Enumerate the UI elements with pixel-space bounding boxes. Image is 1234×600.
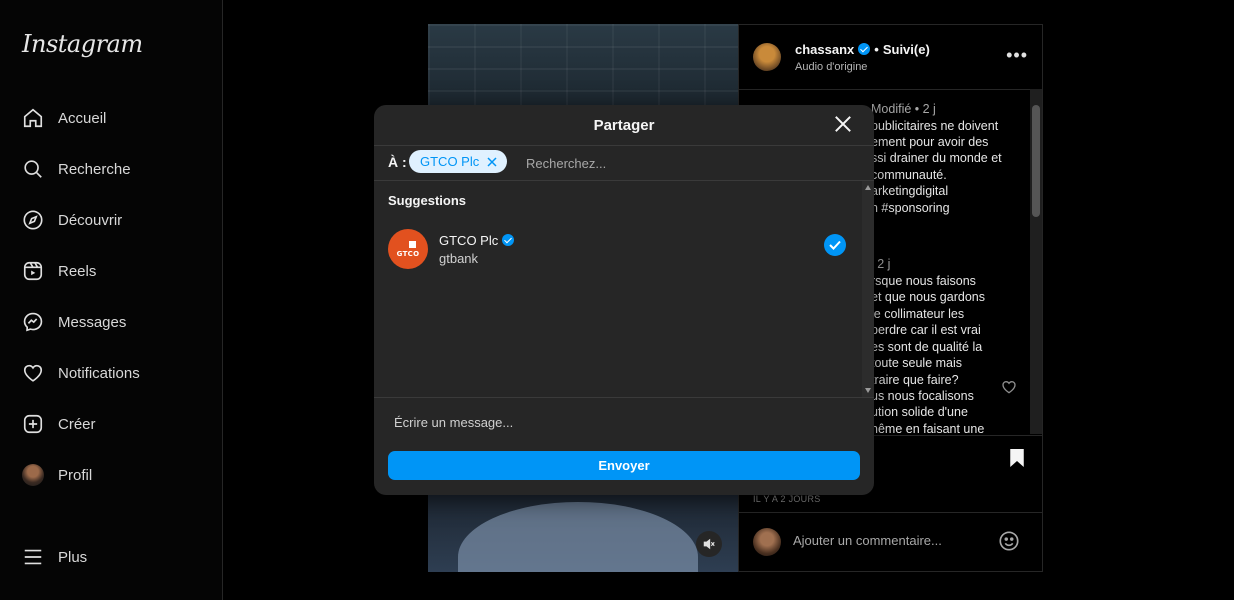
author-line: chassanx • Suivi(e) [795,42,930,57]
search-icon [22,158,44,180]
profile-avatar-icon [22,464,44,486]
reels-icon [22,260,44,282]
mute-button[interactable] [696,531,722,557]
comment-meta: Modifié • 2 j [871,102,936,116]
send-button[interactable]: Envoyer [388,451,860,480]
speaker-muted-icon [703,538,715,550]
list-item[interactable]: GTCO GTCO Plc gtbank [374,223,862,279]
author-avatar[interactable] [753,43,781,71]
recipients-row: À : GTCO Plc [374,145,874,181]
emoji-icon[interactable] [998,530,1020,552]
messenger-icon [22,311,44,333]
avatar [753,528,781,556]
suggestions-scrollbar[interactable] [862,181,874,397]
logo-square [408,240,416,248]
sidebar-item-label: Profil [58,466,93,484]
sidebar-item-plus[interactable]: Plus [22,543,202,571]
share-dialog: Partager À : GTCO Plc Suggestions GTCO G… [374,105,874,495]
sidebar: Instagram Accueil Recherche Découvrir Re… [0,0,223,600]
close-icon[interactable] [834,115,852,133]
comment-text: et que nous gardons [871,290,985,304]
suggestion-name: GTCO Plc [439,233,499,248]
menu-icon [22,546,44,568]
comment-like-icon[interactable] [1001,379,1017,395]
verified-badge-icon [858,43,871,55]
message-input[interactable] [392,410,856,434]
sidebar-item-notifications[interactable]: Notifications [22,359,202,387]
suggestions-list: Suggestions GTCO GTCO Plc gtbank [374,181,874,397]
comment-text: publicitaires ne doivent [871,119,999,133]
comment-text: toute seule mais [871,356,963,370]
logo-text: GTCO [396,249,420,258]
add-comment-input[interactable]: Ajouter un commentaire... [793,533,942,548]
post-video-texture [428,24,738,114]
comment-text: ssi drainer du monde et [871,151,1002,165]
sidebar-item-creer[interactable]: Créer [22,410,202,438]
sidebar-item-label: Accueil [58,109,107,127]
sidebar-item-label: Plus [58,548,88,566]
suggestions-heading: Suggestions [388,193,467,208]
sidebar-item-label: Reels [58,262,97,280]
sidebar-item-recherche[interactable]: Recherche [22,155,202,183]
plus-square-icon [22,413,44,435]
comment-text: le collimateur les [871,307,965,321]
bookmark-icon[interactable] [1008,448,1026,468]
sidebar-item-label: Notifications [58,364,140,382]
dialog-header: Partager [374,105,874,146]
sidebar-item-label: Recherche [58,160,131,178]
sidebar-item-label: Créer [58,415,96,433]
comment-text: ement pour avoir des [871,135,989,149]
audio-link[interactable]: Audio d'origine [795,61,867,73]
recipient-chip[interactable]: GTCO Plc [409,150,508,173]
follow-state-button[interactable]: Suivi(e) [883,42,930,57]
chip-label: GTCO Plc [420,154,480,169]
verified-badge-icon [502,234,515,246]
comment-text: communauté. [871,168,947,182]
selected-checkbox[interactable] [824,234,846,256]
home-icon [22,107,44,129]
remove-recipient-icon[interactable] [487,156,497,167]
to-label: À : [388,154,407,170]
post-header: chassanx • Suivi(e) Audio d'origine ••• [739,25,1042,90]
sidebar-item-label: Découvrir [58,211,123,229]
instagram-logo[interactable]: Instagram [22,30,143,58]
suggestion-username: gtbank [439,251,479,266]
check-icon [829,240,841,250]
message-row [374,397,874,444]
suggestion-name-line: GTCO Plc [439,233,515,248]
scroll-down-arrow-icon[interactable] [865,388,871,393]
comment-text: rsque nous faisons [871,274,976,288]
add-comment-bar: Ajouter un commentaire... [739,512,1042,571]
comment-text: us nous focalisons [871,389,974,403]
sidebar-item-label: Messages [58,313,127,331]
comment-text: es sont de qualité la [871,340,983,354]
heart-icon [22,362,44,384]
comments-scrollbar[interactable] [1030,89,1042,434]
post-video-subject [458,502,698,572]
comment-text: perdre car il est vrai [871,323,981,337]
sidebar-item-messages[interactable]: Messages [22,308,202,336]
scrollbar-thumb[interactable] [1032,105,1040,217]
compass-icon [22,209,44,231]
comment-text: traire que faire? [871,373,959,387]
dialog-title: Partager [593,117,655,134]
recipient-search-input[interactable] [524,151,828,175]
avatar [22,464,44,486]
more-options-button[interactable]: ••• [1006,45,1028,66]
separator: • [874,42,879,57]
scroll-up-arrow-icon[interactable] [865,185,871,190]
comment-text: arketingdigital [871,184,949,198]
comment-text: nême en faisant une [871,422,985,434]
author-username[interactable]: chassanx [795,42,854,57]
sidebar-item-accueil[interactable]: Accueil [22,104,202,132]
sidebar-item-decouvrir[interactable]: Découvrir [22,206,202,234]
post-time: IL Y A 2 JOURS [753,494,821,504]
sidebar-item-profil[interactable]: Profil [22,461,202,489]
comment-text: n #sponsoring [871,201,950,215]
sidebar-item-reels[interactable]: Reels [22,257,202,285]
gtco-logo-icon: GTCO [388,229,428,269]
comment-text: ution solide d'une [871,405,968,419]
